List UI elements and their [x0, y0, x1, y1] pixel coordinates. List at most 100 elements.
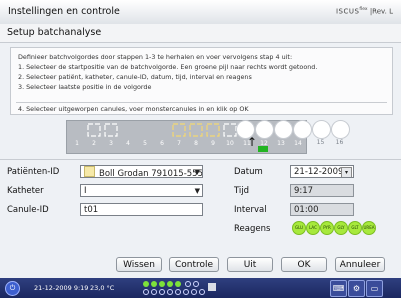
rack-slot-13[interactable] — [274, 120, 293, 139]
rack-number-7: 7 — [177, 140, 181, 147]
rack-slot-7[interactable] — [189, 123, 203, 137]
catheter-value: I — [84, 186, 87, 196]
reagent-glu[interactable]: GLU — [292, 221, 306, 235]
rack-number-16: 16 — [335, 139, 344, 146]
patient-id-select[interactable]: Boll Grodan 791015-555 ▼ — [80, 165, 203, 178]
window-title: Instellingen en controle — [8, 6, 120, 17]
instruction-step-2: 2. Selecteer patiënt, katheter, canule-I… — [18, 73, 252, 81]
reagent-lac[interactable]: LAC — [306, 221, 320, 235]
sample-slot-empty-icon — [193, 281, 199, 287]
rack-slot-15[interactable] — [312, 120, 331, 139]
sample-slot-empty-icon — [183, 289, 189, 295]
reagent-status-dot-icon — [167, 281, 173, 287]
reagent-status-dot-icon — [175, 281, 181, 287]
sample-slot-empty-icon — [191, 289, 197, 295]
gear-icon[interactable]: ⚙ — [348, 280, 365, 297]
brand-label: ISCUSflex |Rev. L — [336, 7, 393, 15]
patient-color-swatch — [84, 166, 95, 177]
section-header: Setup batchanalyse — [0, 24, 401, 43]
form-divider — [0, 159, 401, 160]
rack-slot-6[interactable] — [172, 123, 186, 137]
start-marker-green — [258, 146, 268, 152]
sample-slot-empty-icon — [159, 289, 165, 295]
status-bar: ⏻ 21-12-2009 9:19 23,0 °C ⌨ ⚙ ▭ — [0, 278, 401, 298]
sample-slot-empty-icon — [185, 281, 191, 287]
calendar-dropdown-icon[interactable]: ▾ — [341, 167, 352, 177]
instruction-step-4: 4. Selecteer uitgeworpen canules, voer m… — [18, 105, 249, 113]
brand-revision: |Rev. L — [369, 7, 393, 16]
rack-slot-2[interactable] — [104, 123, 118, 137]
catheter-select[interactable]: I ▼ — [80, 184, 203, 197]
sample-slot-empty-icon — [151, 289, 157, 295]
rack-number-15: 15 — [316, 139, 325, 146]
reagent-status-dot-icon — [159, 281, 165, 287]
cancel-button[interactable]: Annuleer — [335, 257, 385, 272]
cannula-id-input[interactable]: t01 — [80, 203, 203, 216]
rack-slot-9[interactable] — [223, 123, 237, 137]
clear-button[interactable]: Wissen — [116, 257, 162, 272]
catheter-label: Katheter — [7, 186, 44, 196]
rack-number-3: 3 — [109, 140, 113, 147]
out-button[interactable]: Uit — [227, 257, 273, 272]
time-input[interactable]: 9:17 — [290, 184, 354, 197]
cannula-id-label: Canule-ID — [7, 205, 49, 215]
rack-slot-8[interactable] — [206, 123, 220, 137]
brand-name: ISCUS — [335, 7, 360, 16]
rack-number-5: 5 — [143, 140, 147, 147]
rack-number-13: 13 — [277, 140, 285, 147]
patient-id-label: Patiënten-ID — [7, 167, 60, 177]
control-button[interactable]: Controle — [169, 257, 219, 272]
instruction-step-1: 1. Selecteer de startpositie van de batc… — [18, 63, 318, 71]
time-label: Tijd — [234, 186, 250, 196]
reagent-glt[interactable]: GLT — [348, 221, 362, 235]
rack-number-8: 8 — [194, 140, 198, 147]
date-label: Datum — [234, 167, 263, 177]
interval-label: Interval — [234, 205, 267, 215]
sample-slot-empty-icon — [143, 289, 149, 295]
brand-suffix: flex — [359, 7, 368, 12]
patient-id-value: Boll Grodan 791015-555 — [99, 169, 203, 178]
time-value: 9:17 — [294, 186, 314, 196]
rack-slot-1[interactable] — [87, 123, 101, 137]
reagent-gly[interactable]: GLY — [334, 221, 348, 235]
rack-number-14: 14 — [294, 140, 302, 147]
rack-number-1: 1 — [75, 140, 79, 147]
keyboard-icon[interactable]: ⌨ — [330, 280, 347, 297]
rack-slot-14[interactable] — [293, 120, 312, 139]
cannula-id-value: t01 — [84, 205, 99, 215]
reagent-urea[interactable]: UREA — [362, 221, 376, 235]
rack-slot-12[interactable] — [255, 120, 274, 139]
rack-number-9: 9 — [211, 140, 215, 147]
waste-indicator-icon — [208, 283, 216, 291]
sample-slot-empty-icon — [175, 289, 181, 295]
title-bar: Instellingen en controle ISCUSflex |Rev.… — [0, 0, 401, 25]
reagent-status-dot-icon — [151, 281, 157, 287]
chevron-down-icon: ▼ — [194, 187, 200, 195]
start-position-arrow-icon: ↑ — [247, 135, 258, 149]
date-value: 21-12-2009 — [294, 167, 344, 177]
ok-button[interactable]: OK — [281, 257, 327, 272]
instruction-divider — [16, 102, 387, 103]
instruction-step-3: 3. Selecteer laatste positie in de volgo… — [18, 83, 152, 91]
app-window: Instellingen en controle ISCUSflex |Rev.… — [0, 0, 401, 298]
window-icon[interactable]: ▭ — [366, 280, 383, 297]
status-temperature: 23,0 °C — [90, 284, 115, 292]
power-icon[interactable]: ⏻ — [5, 281, 20, 296]
reagents-label: Reagens — [234, 224, 271, 234]
reagent-status-dot-icon — [143, 281, 149, 287]
reagent-pyr[interactable]: PYR — [320, 221, 334, 235]
rack-number-2: 2 — [92, 140, 96, 147]
rack-number-6: 6 — [160, 140, 164, 147]
instruction-intro: Definieer batchvolgordes door stappen 1-… — [18, 53, 293, 61]
interval-input[interactable]: 01:00 — [290, 203, 354, 216]
status-datetime: 21-12-2009 9:19 — [34, 284, 89, 292]
date-picker[interactable]: 21-12-2009 ▾ — [290, 165, 354, 178]
rack-number-10: 10 — [226, 140, 234, 147]
sample-slot-empty-icon — [167, 289, 173, 295]
instructions-panel: Definieer batchvolgordes door stappen 1-… — [10, 47, 393, 115]
interval-value: 01:00 — [294, 205, 319, 215]
sample-slot-empty-icon — [199, 289, 205, 295]
rack-number-4: 4 — [126, 140, 130, 147]
chevron-down-icon: ▼ — [194, 168, 200, 176]
rack-slot-16[interactable] — [331, 120, 350, 139]
